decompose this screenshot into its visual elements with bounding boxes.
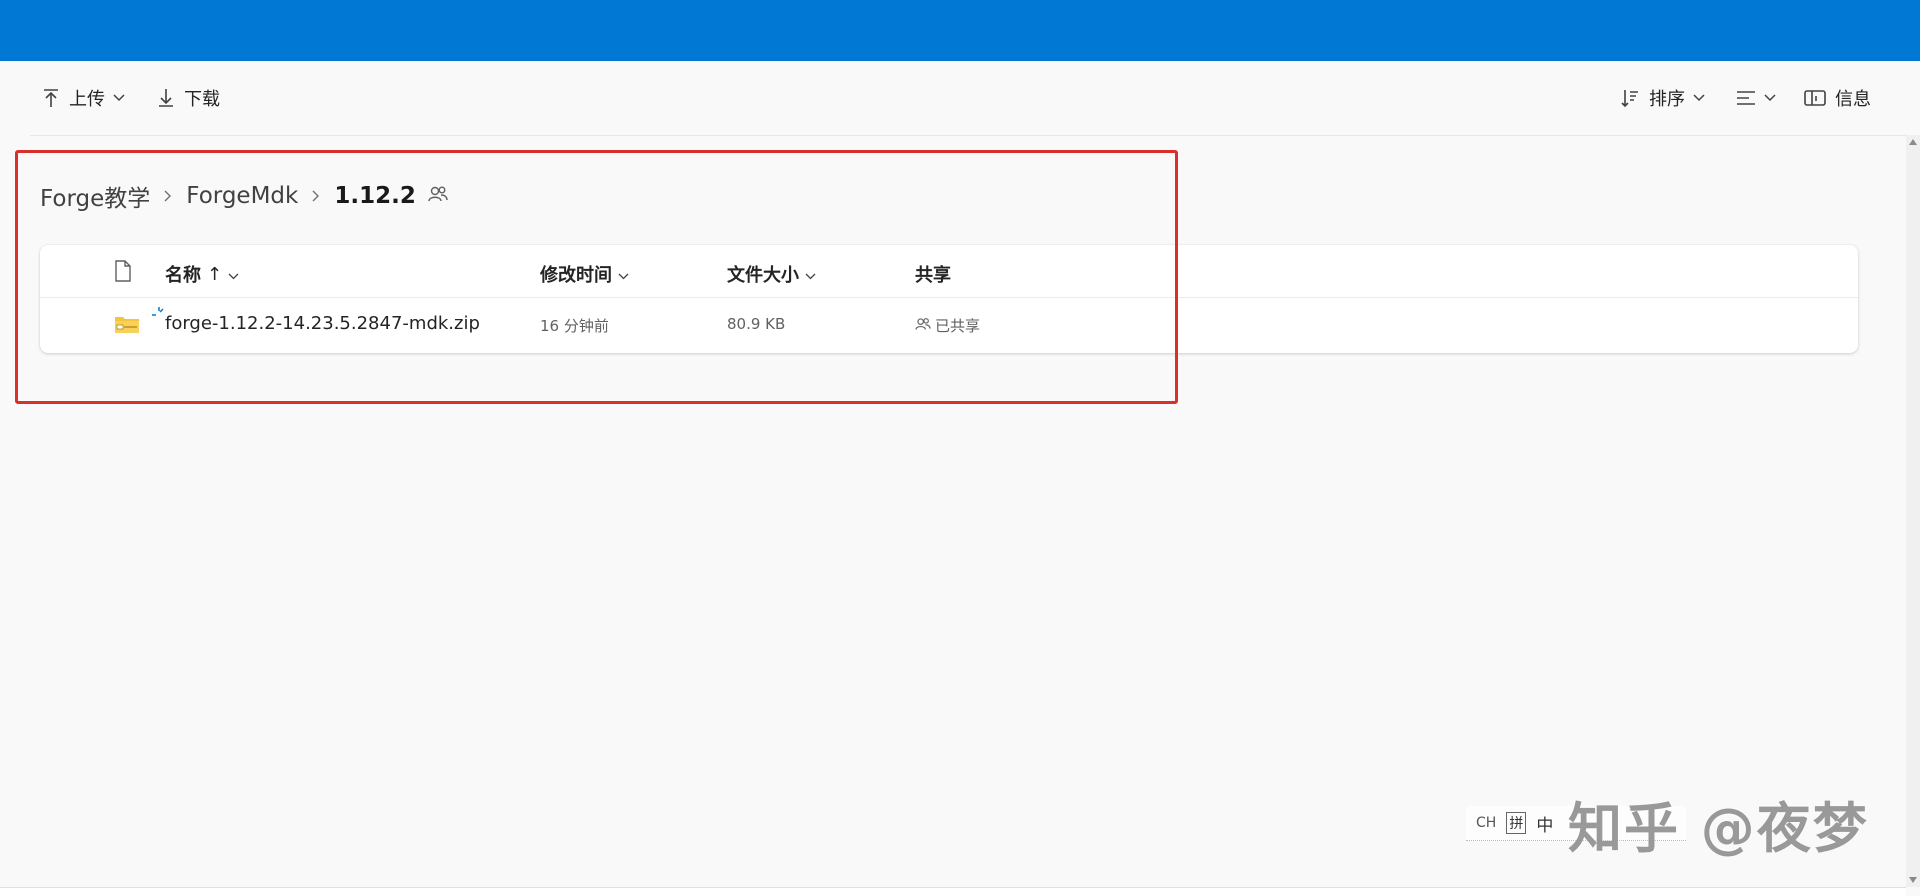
view-options-button[interactable] bbox=[1736, 83, 1776, 113]
download-button[interactable]: 下载 bbox=[157, 83, 220, 113]
download-icon bbox=[157, 88, 175, 108]
upload-button[interactable]: 上传 bbox=[42, 83, 125, 113]
ime-lang[interactable]: CH bbox=[1476, 815, 1496, 831]
list-view-icon bbox=[1736, 89, 1756, 107]
info-label: 信息 bbox=[1835, 85, 1871, 111]
sort-icon bbox=[1620, 88, 1640, 108]
scroll-down-icon[interactable] bbox=[1909, 877, 1917, 883]
command-bar: 上传 下载 排序 信息 bbox=[30, 61, 1906, 136]
upload-label: 上传 bbox=[69, 85, 105, 111]
sort-button[interactable]: 排序 bbox=[1620, 83, 1705, 113]
upload-icon bbox=[42, 88, 60, 108]
watermark: 知乎 @夜梦 bbox=[1568, 784, 1869, 863]
chevron-down-icon bbox=[1764, 94, 1776, 102]
top-banner bbox=[0, 0, 1920, 61]
chevron-down-icon bbox=[113, 94, 125, 102]
ime-pinyin[interactable]: 拼 bbox=[1506, 812, 1526, 834]
chevron-down-icon bbox=[1693, 94, 1705, 102]
scroll-up-icon[interactable] bbox=[1909, 139, 1917, 145]
download-label: 下载 bbox=[184, 85, 220, 111]
vertical-scrollbar[interactable] bbox=[1906, 135, 1920, 887]
sort-label: 排序 bbox=[1649, 85, 1685, 111]
info-pane-icon bbox=[1804, 89, 1826, 107]
ime-mode[interactable]: 中 bbox=[1536, 811, 1553, 836]
annotation-highlight-box bbox=[15, 150, 1178, 404]
info-button[interactable]: 信息 bbox=[1804, 83, 1871, 113]
